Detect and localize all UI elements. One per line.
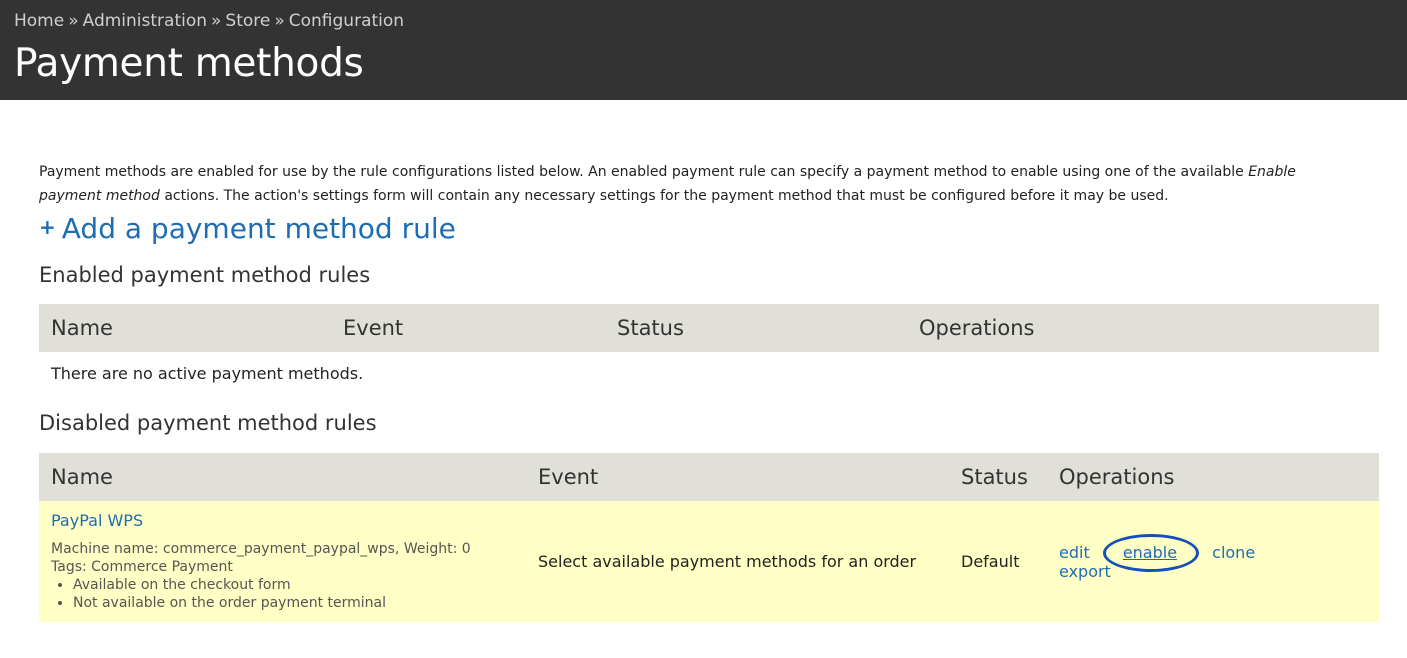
breadcrumb: Home» Administration» Store» Configuration (14, 9, 1393, 33)
enable-label: enable (1122, 542, 1178, 562)
list-item: Not available on the order payment termi… (73, 594, 514, 612)
rule-name-link[interactable]: PayPal WPS (51, 511, 514, 530)
page-description: Payment methods are enabled for use by t… (39, 160, 1359, 208)
enable-link[interactable]: enable (1102, 533, 1199, 572)
column-header-event: Event (538, 465, 599, 489)
column-header-name: Name (51, 316, 113, 340)
description-text-1: Payment methods are enabled for use by t… (39, 164, 1249, 180)
breadcrumb-separator: » (211, 11, 222, 31)
column-header-event: Event (343, 316, 404, 340)
edit-link[interactable]: edit (1059, 543, 1090, 562)
column-header-operations: Operations (919, 316, 1035, 340)
empty-row: There are no active payment methods. (39, 352, 1379, 395)
column-header-operations: Operations (1059, 465, 1175, 489)
breadcrumb-separator: » (274, 11, 285, 31)
rule-event: Select available payment methods for an … (538, 552, 917, 571)
breadcrumb-home[interactable]: Home (14, 11, 64, 31)
disabled-rules-heading: Disabled payment method rules (39, 411, 377, 435)
rule-meta: Machine name: commerce_payment_paypal_wp… (51, 540, 514, 612)
breadcrumb-separator: » (68, 11, 79, 31)
add-payment-method-rule-link[interactable]: + Add a payment method rule (39, 212, 456, 245)
rule-operations: edit enable clone export (1047, 501, 1379, 622)
empty-message: There are no active payment methods. (51, 364, 364, 383)
list-item: Available on the checkout form (73, 576, 514, 594)
export-link[interactable]: export (1059, 562, 1111, 581)
column-header-status: Status (617, 316, 684, 340)
table-header-row: Name Event Status Operations (39, 453, 1379, 501)
rule-status: Default (961, 552, 1020, 571)
breadcrumb-administration[interactable]: Administration (83, 11, 207, 31)
table-row: PayPal WPS Machine name: commerce_paymen… (39, 501, 1379, 622)
rule-name-cell: PayPal WPS Machine name: commerce_paymen… (39, 501, 526, 622)
rule-tags: Tags: Commerce Payment (51, 559, 233, 575)
column-header-name: Name (51, 465, 113, 489)
add-rule-label: Add a payment method rule (61, 212, 456, 245)
breadcrumb-configuration[interactable]: Configuration (289, 11, 404, 31)
breadcrumb-store[interactable]: Store (225, 11, 270, 31)
enabled-rules-heading: Enabled payment method rules (39, 263, 371, 287)
enabled-rules-table: Name Event Status Operations There are n… (39, 304, 1379, 395)
rule-notes-list: Available on the checkout form Not avail… (51, 576, 514, 612)
page-title: Payment methods (14, 41, 364, 86)
rule-machine-name: Machine name: commerce_payment_paypal_wp… (51, 541, 471, 557)
clone-link[interactable]: clone (1212, 543, 1255, 562)
description-text-2: actions. The action's settings form will… (159, 188, 1169, 204)
page-header: Home» Administration» Store» Configuration … (0, 0, 1407, 100)
table-header-row: Name Event Status Operations (39, 304, 1379, 352)
column-header-status: Status (961, 465, 1028, 489)
disabled-rules-table: Name Event Status Operations PayPal WPS … (39, 453, 1379, 622)
plus-icon: + (39, 215, 56, 239)
